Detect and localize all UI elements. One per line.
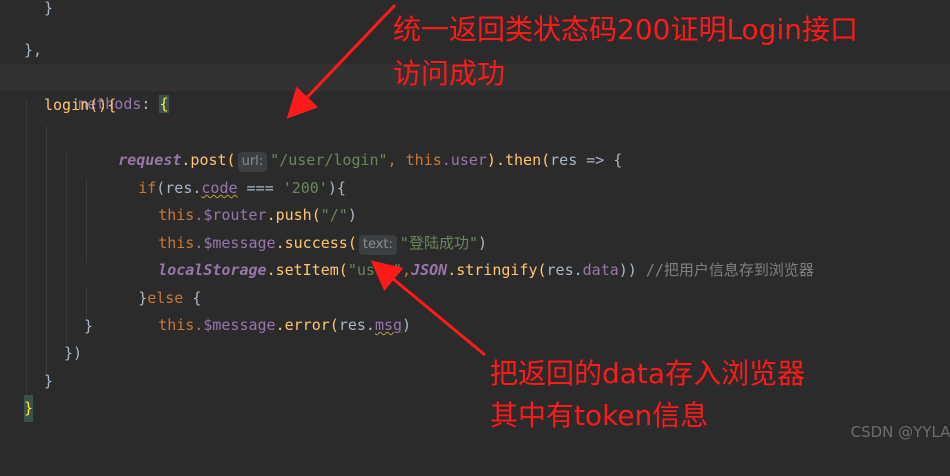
arrow-bottom xyxy=(370,260,486,357)
watermark: CSDN @YYLA1 xyxy=(850,423,950,441)
annotation-top-line1: 统一返回类状态码200证明Login接口 xyxy=(393,13,858,46)
arrow-top xyxy=(286,3,397,119)
annotation-bottom-line2: 其中有token信息 xyxy=(490,399,709,432)
annotation-bottom-line1: 把返回的data存入浏览器 xyxy=(490,357,806,390)
annotation-top-line2: 访问成功 xyxy=(393,57,506,90)
